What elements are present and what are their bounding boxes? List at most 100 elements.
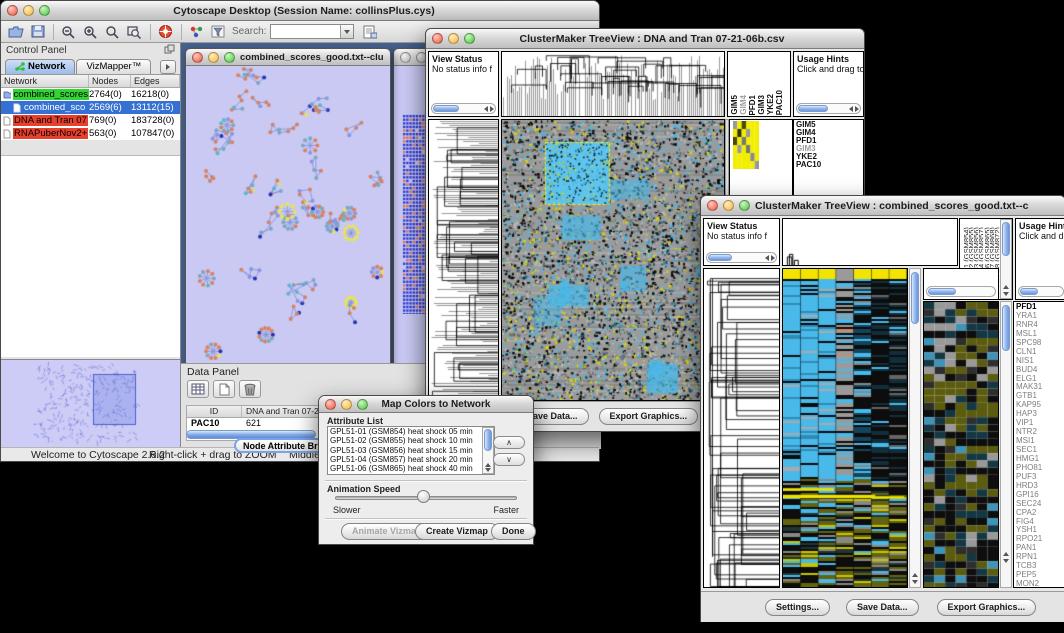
export-graphics-button[interactable]: Export Graphics... [599,408,699,425]
zoom-window-icon[interactable] [357,399,368,410]
attribute-listbox: GPL51-01 (GSM854) heat shock 05 minGPL51… [327,426,495,475]
close-icon[interactable] [432,33,443,44]
attribute-item[interactable]: GPL51-07 (GSM868) heat shock 60 min [328,473,482,474]
view-status-scrollbar[interactable] [706,252,777,263]
row-dendrogram-canvas[interactable] [704,269,779,587]
heatmap-panel[interactable] [501,119,725,401]
attribute-item[interactable]: GPL51-06 (GSM865) heat shock 40 min [328,464,482,473]
save-data-button[interactable]: Save Data... [846,599,919,616]
help-lifering-icon[interactable] [155,23,176,41]
network-overview-canvas[interactable] [1,360,179,448]
row-dendrogram-panel[interactable] [428,119,499,401]
column-dendrogram-panel[interactable] [501,51,725,117]
export-graphics-button[interactable]: Export Graphics... [937,599,1037,616]
usage-hints-scrollbar[interactable] [1018,286,1064,297]
main-titlebar[interactable]: Cytoscape Desktop (Session Name: collins… [1,1,599,21]
create-vizmap-button[interactable]: Create Vizmap [415,523,499,540]
main-window-title: Cytoscape Desktop (Session Name: collins… [55,5,553,17]
tab-overflow-arrow[interactable] [160,60,176,74]
attribute-item[interactable]: GPL51-03 (GSM856) heat shock 15 min [328,446,482,455]
column-dendrogram-panel[interactable] [782,218,958,266]
minimize-icon[interactable] [208,52,219,63]
zoom-window-icon[interactable] [739,200,750,211]
move-up-button[interactable]: ∧ [493,436,525,449]
network-overview-panel[interactable] [1,359,180,449]
attribute-list-scrollbar[interactable] [482,427,494,474]
float-panel-icon[interactable] [164,44,175,57]
heatmap-canvas[interactable] [783,269,907,587]
close-icon[interactable] [7,5,18,16]
network-tree-whitespace [1,155,180,357]
treeview1-titlebar[interactable]: ClusterMaker TreeView : DNA and Tran 07-… [426,29,864,49]
attribute-item[interactable]: GPL51-01 (GSM854) heat shock 05 min [328,427,482,436]
close-icon[interactable] [325,399,336,410]
trash-icon[interactable] [239,380,261,398]
close-icon[interactable] [192,52,203,63]
treeview2-button-bar: Settings... Save Data... Export Graphics… [701,591,1064,622]
minimize-icon[interactable] [723,200,734,211]
network-row-rnapuber[interactable]: RNAPuberNov2+ 563(0) 107847(0) [1,127,180,140]
attribute-table-icon[interactable] [187,380,209,398]
divider [325,518,527,520]
zoom-selected-icon[interactable] [102,23,123,41]
tab-vizmapper[interactable]: VizMapper™ [76,59,151,74]
column-labels-scrollbar[interactable] [1000,219,1012,299]
minimize-icon[interactable] [23,5,34,16]
heatmap-canvas[interactable] [502,120,724,400]
column-dendrogram-canvas[interactable] [783,219,957,265]
search-input[interactable] [270,24,354,39]
view-status-panel: View StatusNo status info f [428,51,499,117]
save-icon[interactable] [27,23,48,41]
search-dropdown-icon[interactable] [340,25,353,38]
usage-hints-scrollbar[interactable] [796,103,861,114]
treeview2-titlebar[interactable]: ClusterMaker TreeView : combined_scores_… [701,196,1064,216]
minimize-icon[interactable] [341,399,352,410]
view-status-title: View Status [707,221,757,231]
network-table-header: Network Nodes Edges [1,75,180,88]
column-label: GIM4 [740,95,749,115]
network-tab-icon [15,62,25,71]
zoom-window-icon[interactable] [464,33,475,44]
zoom-fit-icon[interactable] [124,23,145,41]
usage-hints-title: Usage Hints [797,54,849,64]
dialog-titlebar[interactable]: Map Colors to Network [319,396,533,413]
column-dendrogram-canvas[interactable] [502,52,724,116]
correlation-matrix-canvas[interactable] [733,121,759,169]
close-icon[interactable] [400,52,411,63]
done-button[interactable]: Done [491,523,536,540]
zoom-window-icon[interactable] [224,52,235,63]
network-row-dna-tran[interactable]: DNA and Tran 07 769(0) 183728(0) [1,114,180,127]
network-view-canvas[interactable] [186,66,390,363]
move-down-button[interactable]: ∨ [493,453,525,466]
zoom-window-icon[interactable] [39,5,50,16]
zoom-out-icon[interactable] [58,23,79,41]
filter-icon[interactable] [208,23,229,41]
new-document-icon[interactable] [213,380,235,398]
slider-thumb[interactable] [417,490,430,503]
view-status-scrollbar[interactable] [431,103,496,114]
vizmapper-icon[interactable] [186,23,207,41]
document-icon [3,129,11,139]
toolbar-separator [53,24,54,40]
network-row-combined-scores[interactable]: combined_scores 2764(0) 16218(0) [1,88,180,101]
attribute-item[interactable]: GPL51-04 (GSM857) heat shock 20 min [328,455,482,464]
minimize-icon[interactable] [448,33,459,44]
network-row-combined-sco[interactable]: combined_sco 2569(6) 13112(15) [1,101,180,114]
close-icon[interactable] [707,200,718,211]
row-dendrogram-panel[interactable] [703,268,780,588]
tab-network[interactable]: Network [5,59,75,74]
heatmap-panel[interactable] [782,268,908,588]
report-icon[interactable] [359,23,380,41]
settings-button[interactable]: Settings... [765,599,830,616]
pixel-zoom-canvas[interactable] [924,302,998,587]
pixel-zoom-panel[interactable] [923,301,999,588]
network-window-1[interactable]: combined_scores_good.txt--cluste... [185,48,391,363]
heatmap-vertical-scrollbar[interactable] [909,268,921,588]
open-file-icon[interactable] [5,23,26,41]
gene-list-scrollbar[interactable] [1000,301,1012,588]
row-dendrogram-canvas[interactable] [429,120,498,400]
zoom-in-icon[interactable] [80,23,101,41]
treeview1-title: ClusterMaker TreeView : DNA and Tran 07-… [480,33,824,45]
attribute-item[interactable]: GPL51-02 (GSM855) heat shock 10 min [328,436,482,445]
zoom-strip-scrollbar[interactable] [926,286,996,297]
